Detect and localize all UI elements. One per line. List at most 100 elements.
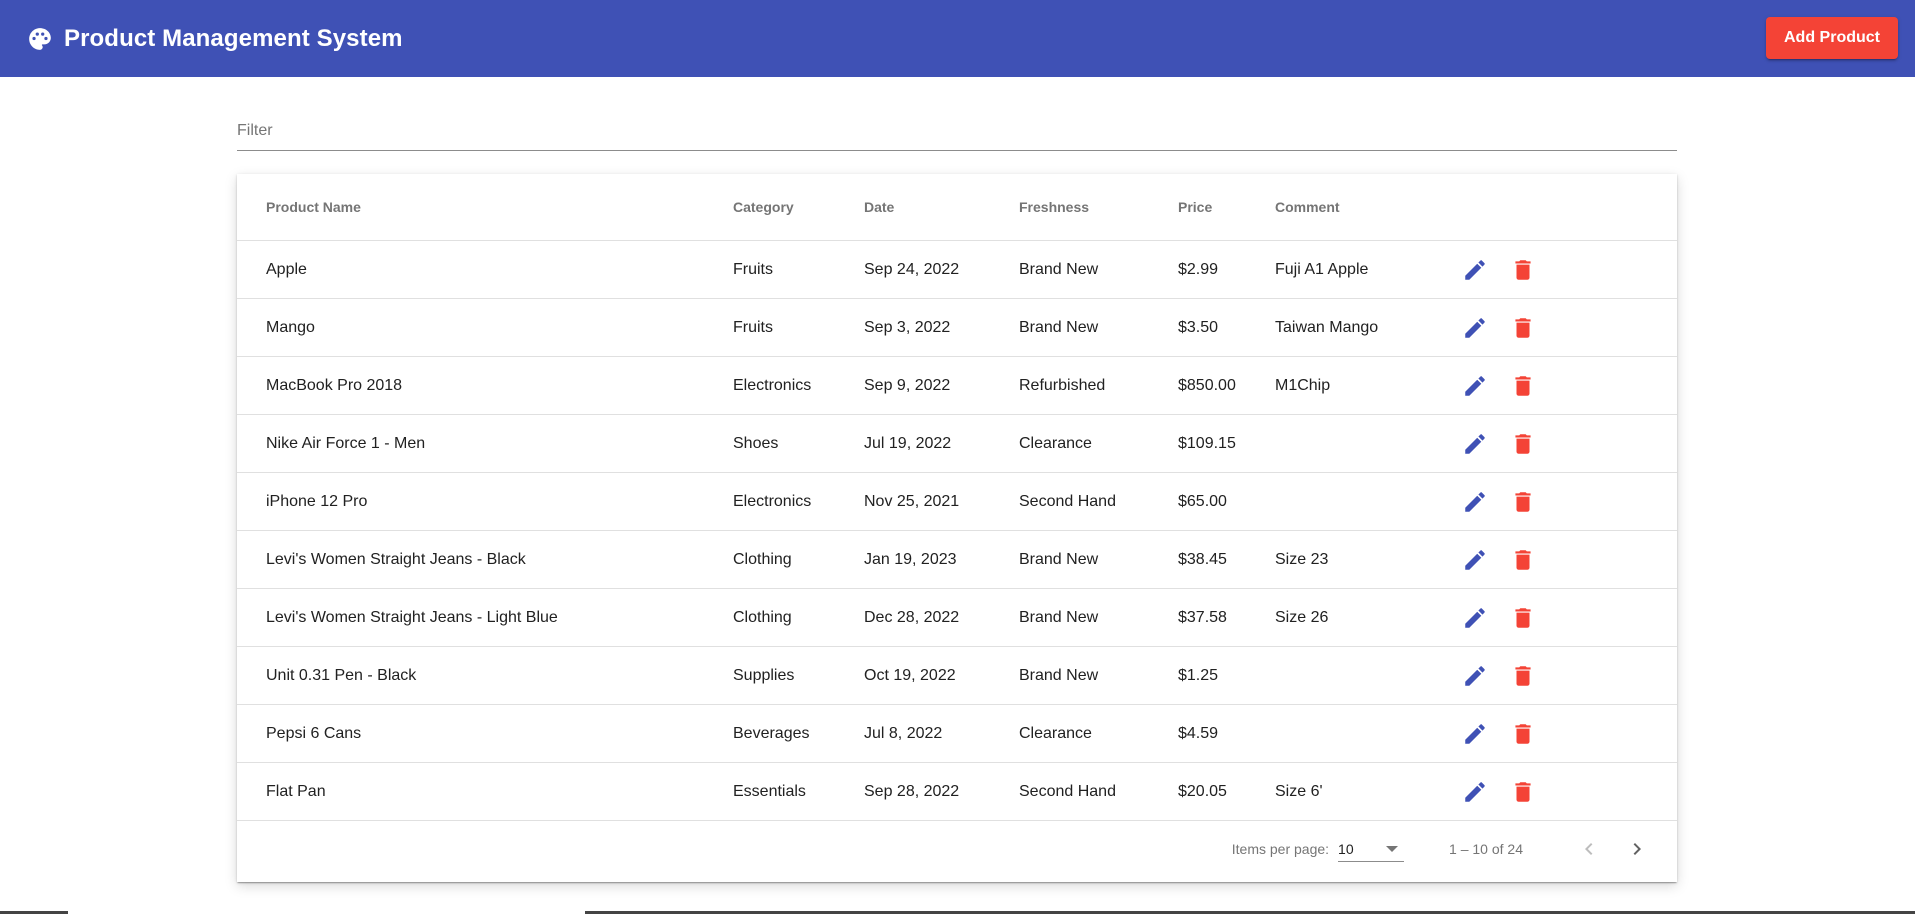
edit-button[interactable] xyxy=(1457,310,1493,346)
header-comment: Comment xyxy=(1275,174,1457,241)
cell-category: Fruits xyxy=(733,240,864,299)
cell-name: Unit 0.31 Pen - Black xyxy=(237,646,733,705)
delete-icon xyxy=(1515,549,1531,570)
paginator: Items per page: 10 1 – 10 of 24 xyxy=(237,816,1677,882)
delete-button[interactable] xyxy=(1505,542,1541,578)
cell-date: Sep 28, 2022 xyxy=(864,762,1019,821)
header-product-name: Product Name xyxy=(237,174,733,241)
cell-actions xyxy=(1457,762,1677,821)
cell-name: Levi's Women Straight Jeans - Black xyxy=(237,530,733,589)
edit-icon xyxy=(1465,433,1485,454)
delete-button[interactable] xyxy=(1505,368,1541,404)
delete-button[interactable] xyxy=(1505,426,1541,462)
header-price: Price xyxy=(1178,174,1275,241)
cell-freshness: Second Hand xyxy=(1019,472,1178,531)
filter-field xyxy=(237,116,1677,151)
cell-date: Sep 24, 2022 xyxy=(864,240,1019,299)
edit-button[interactable] xyxy=(1457,774,1493,810)
cell-price: $20.05 xyxy=(1178,762,1275,821)
cell-category: Shoes xyxy=(733,414,864,473)
delete-button[interactable] xyxy=(1505,310,1541,346)
next-page-button[interactable] xyxy=(1617,829,1657,869)
add-product-button[interactable]: Add Product xyxy=(1766,17,1898,59)
delete-icon xyxy=(1515,781,1531,802)
edit-button[interactable] xyxy=(1457,368,1493,404)
cell-actions xyxy=(1457,472,1677,531)
cell-actions xyxy=(1457,298,1677,357)
edit-button[interactable] xyxy=(1457,252,1493,288)
cell-actions xyxy=(1457,240,1677,299)
edit-button[interactable] xyxy=(1457,658,1493,694)
delete-button[interactable] xyxy=(1505,716,1541,752)
edit-button[interactable] xyxy=(1457,542,1493,578)
cell-comment: Size 23 xyxy=(1275,530,1457,589)
header-date: Date xyxy=(864,174,1019,241)
cell-date: Jul 19, 2022 xyxy=(864,414,1019,473)
cell-actions xyxy=(1457,646,1677,705)
cell-category: Clothing xyxy=(733,530,864,589)
cell-comment: Size 26 xyxy=(1275,588,1457,647)
cell-price: $1.25 xyxy=(1178,646,1275,705)
cell-freshness: Brand New xyxy=(1019,646,1178,705)
table-row: iPhone 12 Pro Electronics Nov 25, 2021 Seco… xyxy=(237,472,1677,531)
cell-comment xyxy=(1275,646,1457,705)
header-category: Category xyxy=(733,174,864,241)
edit-button[interactable] xyxy=(1457,426,1493,462)
products-table-card: Product Name Category Date Freshness Pri… xyxy=(237,174,1677,882)
header-freshness: Freshness xyxy=(1019,174,1178,241)
cell-freshness: Refurbished xyxy=(1019,356,1178,415)
table-row: Flat Pan Essentials Sep 28, 2022 Second Han… xyxy=(237,762,1677,821)
edit-icon xyxy=(1465,491,1485,512)
table-row: Pepsi 6 Cans Beverages Jul 8, 2022 Clearanc… xyxy=(237,704,1677,763)
delete-button[interactable] xyxy=(1505,774,1541,810)
table-row: Apple Fruits Sep 24, 2022 Brand New $2.99 Fuj… xyxy=(237,240,1677,299)
cell-freshness: Clearance xyxy=(1019,704,1178,763)
edit-icon xyxy=(1465,665,1485,686)
cell-name: Pepsi 6 Cans xyxy=(237,704,733,763)
cell-actions xyxy=(1457,704,1677,763)
delete-icon xyxy=(1515,723,1531,744)
delete-button[interactable] xyxy=(1505,252,1541,288)
edit-button[interactable] xyxy=(1457,484,1493,520)
edit-button[interactable] xyxy=(1457,600,1493,636)
cell-actions xyxy=(1457,414,1677,473)
delete-icon xyxy=(1515,607,1531,628)
table-row: MacBook Pro 2018 Electronics Sep 9, 2022 Re… xyxy=(237,356,1677,415)
cell-price: $3.50 xyxy=(1178,298,1275,357)
edit-icon xyxy=(1465,607,1485,628)
delete-button[interactable] xyxy=(1505,600,1541,636)
items-per-page-select[interactable]: 10 xyxy=(1338,837,1405,862)
cell-category: Clothing xyxy=(733,588,864,647)
delete-icon xyxy=(1515,491,1531,512)
cell-price: $2.99 xyxy=(1178,240,1275,299)
app-title: Product Management System xyxy=(64,24,403,52)
cell-price: $38.45 xyxy=(1178,530,1275,589)
app-toolbar: Product Management System Add Product xyxy=(0,0,1915,77)
cell-name: Flat Pan xyxy=(237,762,733,821)
page-range-label: 1 – 10 of 24 xyxy=(1449,841,1523,857)
cell-comment xyxy=(1275,414,1457,473)
cell-category: Supplies xyxy=(733,646,864,705)
cell-comment: Size 6' xyxy=(1275,762,1457,821)
delete-icon xyxy=(1515,665,1531,686)
delete-button[interactable] xyxy=(1505,658,1541,694)
cell-name: Levi's Women Straight Jeans - Light Blue xyxy=(237,588,733,647)
edit-button[interactable] xyxy=(1457,716,1493,752)
row-actions xyxy=(1457,368,1677,404)
row-actions xyxy=(1457,716,1677,752)
previous-page-button[interactable] xyxy=(1569,829,1609,869)
cell-name: iPhone 12 Pro xyxy=(237,472,733,531)
items-per-page-label: Items per page: xyxy=(1231,841,1330,857)
cell-price: $109.15 xyxy=(1178,414,1275,473)
edit-icon xyxy=(1465,781,1485,802)
cell-comment xyxy=(1275,472,1457,531)
filter-input[interactable] xyxy=(237,116,1677,146)
cell-actions xyxy=(1457,356,1677,415)
row-actions xyxy=(1457,658,1677,694)
cell-price: $4.59 xyxy=(1178,704,1275,763)
edit-icon xyxy=(1465,375,1485,396)
cell-actions xyxy=(1457,530,1677,589)
edit-icon xyxy=(1465,549,1485,570)
delete-button[interactable] xyxy=(1505,484,1541,520)
chevron-left-icon xyxy=(1585,843,1593,855)
